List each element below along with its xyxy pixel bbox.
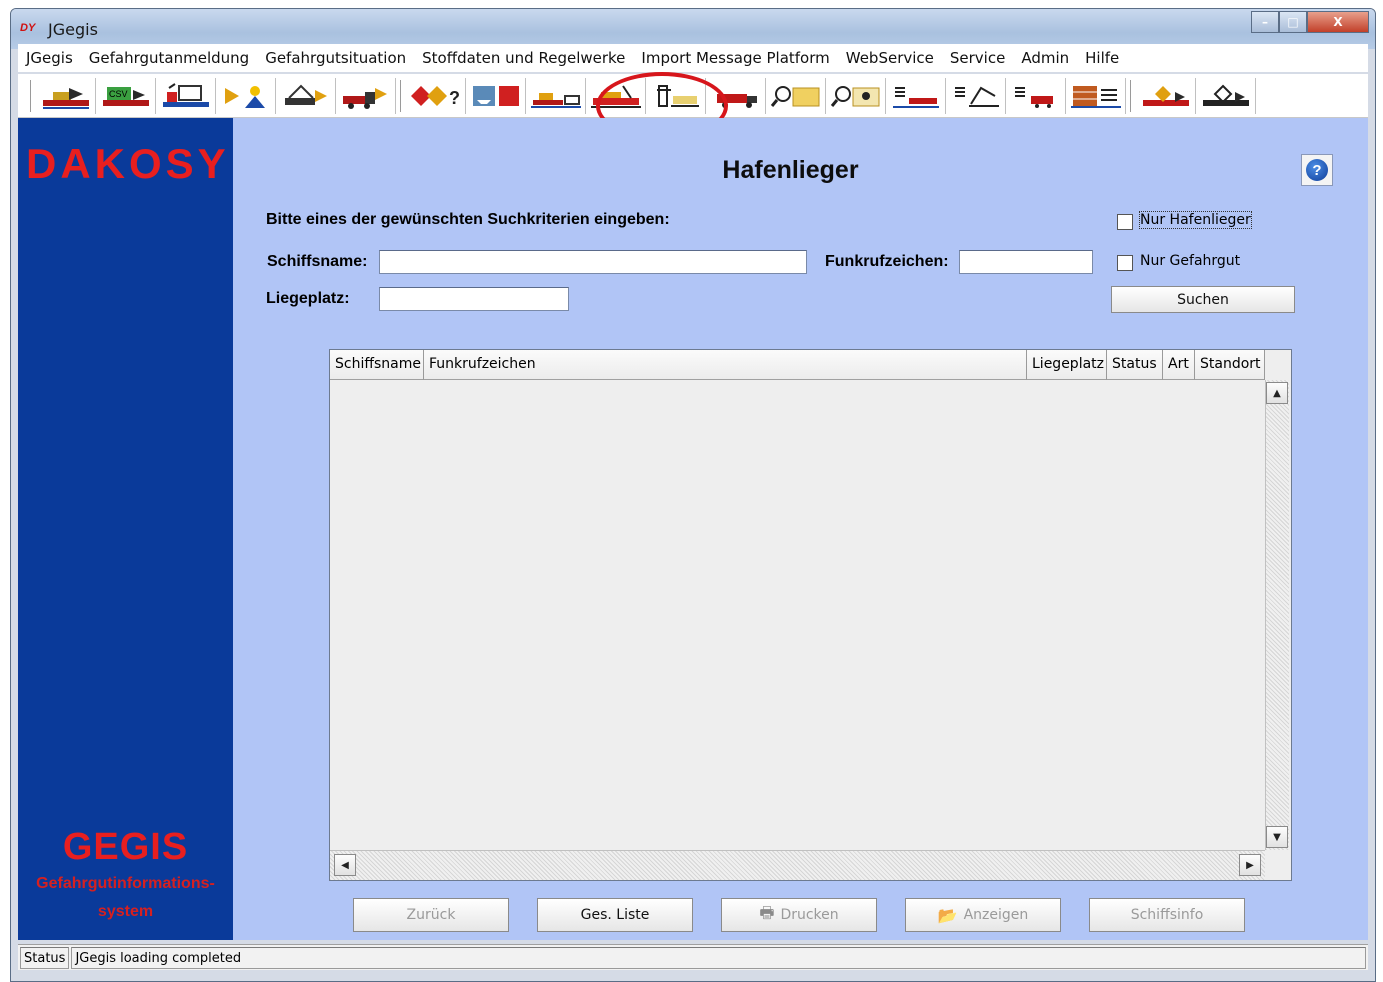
magnifier-container-icon[interactable] (766, 77, 826, 114)
dakosy-logo: DAKOSY (26, 140, 230, 187)
menu-gefahrgutanmeldung[interactable]: Gefahrgutanmeldung (81, 49, 257, 67)
ges-liste-label: Ges. Liste (580, 907, 650, 923)
liegeplatz-input[interactable] (379, 287, 569, 311)
zurueck-label: Zurück (406, 907, 456, 923)
col-liegeplatz[interactable]: Liegeplatz (1027, 350, 1107, 380)
suchen-button[interactable]: Suchen (1111, 286, 1295, 313)
window-title: JGegis (48, 20, 98, 39)
folder-icon: 📂 (937, 905, 958, 925)
schiffsname-input[interactable] (379, 250, 807, 274)
col-standort[interactable]: Standort (1195, 350, 1265, 380)
schiffsinfo-label: Schiffsinfo (1130, 907, 1204, 923)
menu-bar: JGegis Gefahrgutanmeldung Gefahrgutsitua… (18, 44, 1368, 72)
col-schiffsname[interactable]: Schiffsname (330, 350, 424, 380)
crane-container-icon[interactable] (646, 77, 706, 114)
nur-gefahrgut-label[interactable]: Nur Gefahrgut (1140, 253, 1240, 269)
menu-gefahrgutsituation[interactable]: Gefahrgutsituation (257, 49, 414, 67)
gegis-subtitle-line1: Gefahrgutinformations- (36, 875, 215, 892)
page-title: Hafenlieger (722, 156, 859, 184)
menu-admin[interactable]: Admin (1013, 49, 1077, 67)
status-label: Status (20, 946, 70, 969)
col-art[interactable]: Art (1163, 350, 1195, 380)
minimize-button[interactable]: – (1251, 11, 1279, 33)
menu-jgegis[interactable]: JGegis (26, 49, 81, 67)
svg-text:CSV: CSV (109, 89, 128, 99)
window-controls: – □ X (1251, 11, 1369, 33)
table-header: Schiffsname Funkrufzeichen Liegeplatz St… (330, 350, 1265, 380)
list-ship-icon[interactable] (886, 77, 946, 114)
scroll-right-icon[interactable]: ▶ (1239, 854, 1261, 876)
horizontal-scrollbar[interactable]: ◀ ▶ (330, 850, 1265, 880)
anzeigen-button[interactable]: 📂 Anzeigen (905, 898, 1061, 932)
toolbar-separator (30, 79, 32, 112)
anzeigen-label: Anzeigen (963, 907, 1029, 923)
toolbar: CSV ? (18, 74, 1368, 118)
vertical-scrollbar[interactable]: ▲ ▼ (1265, 380, 1289, 850)
truck-red-icon[interactable] (706, 77, 766, 114)
main-panel: Hafenlieger ? Bitte eines der gewünschte… (233, 118, 1368, 940)
gegis-subtitle-line2: system (97, 903, 154, 920)
nur-hafenlieger-checkbox[interactable] (1117, 214, 1133, 230)
col-funkrufzeichen[interactable]: Funkrufzeichen (424, 350, 1027, 380)
maximize-button[interactable]: □ (1279, 11, 1307, 33)
printer-icon: 🖶 (759, 902, 775, 922)
help-icon: ? (1306, 159, 1328, 181)
sidebar: DAKOSY GEGIS Gefahrgutinformations- syst… (18, 118, 233, 940)
menu-import-message-platform[interactable]: Import Message Platform (633, 49, 837, 67)
scroll-up-icon[interactable]: ▲ (1266, 382, 1288, 404)
ship-arrow-icon[interactable] (36, 77, 96, 114)
nur-gefahrgut-checkbox[interactable] (1117, 255, 1133, 271)
ship-fire-icon[interactable] (466, 77, 526, 114)
scroll-down-icon[interactable]: ▼ (1266, 826, 1288, 848)
list-crane-icon[interactable] (946, 77, 1006, 114)
menu-stoffdaten[interactable]: Stoffdaten und Regelwerke (414, 49, 633, 67)
container-list-icon[interactable] (1066, 77, 1126, 114)
svg-text:?: ? (449, 88, 460, 108)
app-logo-icon: DY (20, 22, 36, 34)
list-truck-icon[interactable] (1006, 77, 1066, 114)
toolbar-separator (1130, 79, 1132, 112)
hazard-diamond-icon[interactable]: ? (406, 77, 466, 114)
results-table: Schiffsname Funkrufzeichen Liegeplatz St… (329, 349, 1292, 881)
liegeplatz-label: Liegeplatz: (266, 290, 350, 307)
funkrufzeichen-input[interactable] (959, 250, 1093, 274)
nur-hafenlieger-label[interactable]: Nur Hafenlieger (1139, 211, 1252, 229)
funkrufzeichen-label: Funkrufzeichen: (825, 253, 949, 270)
gegis-subtitle: Gefahrgutinformations- system (18, 870, 233, 926)
drucken-label: Drucken (780, 907, 839, 923)
ship-hazard-icon[interactable] (1136, 77, 1196, 114)
crane-ship-icon[interactable] (156, 77, 216, 114)
ship-hazard-2-icon[interactable] (1196, 77, 1256, 114)
close-button[interactable]: X (1307, 11, 1369, 33)
magnifier-skull-icon[interactable] (826, 77, 886, 114)
scroll-left-icon[interactable]: ◀ (334, 854, 356, 876)
gegis-logo: GEGIS (62, 826, 189, 868)
schiffsinfo-button[interactable]: Schiffsinfo (1089, 898, 1245, 932)
search-instruction: Bitte eines der gewünschten Suchkriterie… (266, 211, 670, 228)
menu-webservice[interactable]: WebService (838, 49, 942, 67)
arrow-person-icon[interactable] (216, 77, 276, 114)
help-button[interactable]: ? (1301, 154, 1333, 186)
truck-arrow-icon[interactable] (336, 77, 396, 114)
ges-liste-button[interactable]: Ges. Liste (537, 898, 693, 932)
status-message: JGegis loading completed (71, 946, 1366, 969)
drucken-button[interactable]: 🖶 Drucken (721, 898, 877, 932)
zurueck-button[interactable]: Zurück (353, 898, 509, 932)
col-status[interactable]: Status (1107, 350, 1163, 380)
truck-crane-icon[interactable] (276, 77, 336, 114)
title-bar[interactable]: DY JGegis – □ X (11, 9, 1375, 49)
menu-service[interactable]: Service (942, 49, 1013, 67)
csv-ship-icon[interactable]: CSV (96, 77, 156, 114)
menu-hilfe[interactable]: Hilfe (1077, 49, 1127, 67)
harbor-ship-icon[interactable] (526, 77, 586, 114)
status-bar: Status JGegis loading completed (18, 944, 1368, 970)
schiffsname-label: Schiffsname: (267, 253, 368, 270)
toolbar-separator (400, 79, 402, 112)
ship-berth-icon[interactable] (586, 77, 646, 114)
